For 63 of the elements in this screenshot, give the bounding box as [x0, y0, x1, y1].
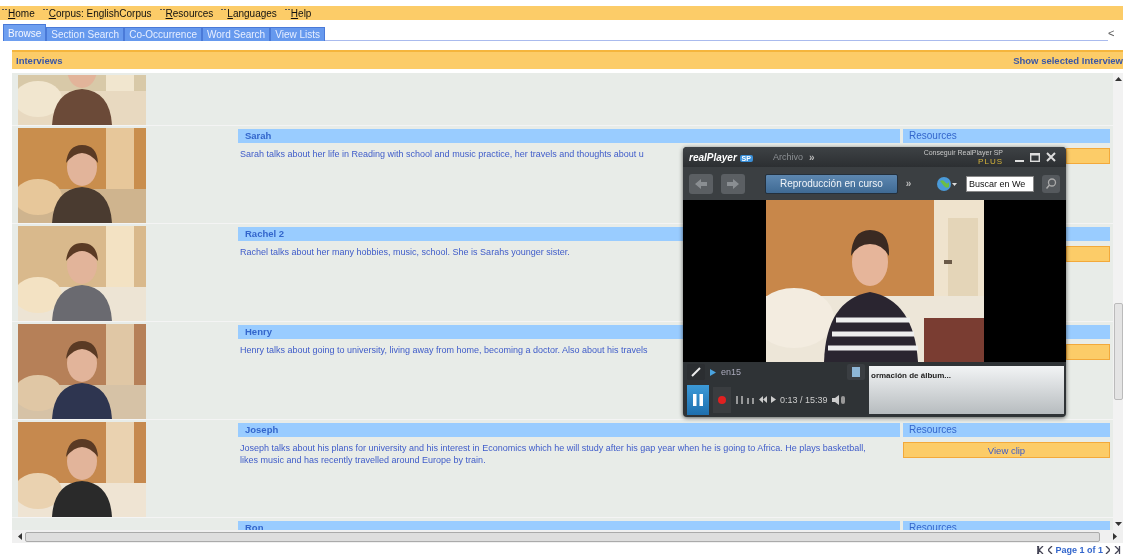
scroll-up-arrow-icon[interactable]: [1114, 77, 1122, 81]
play-icon[interactable]: [771, 396, 776, 403]
volume-icon[interactable]: [831, 394, 846, 405]
scroll-thumb[interactable]: [1114, 303, 1123, 400]
dropdown-mark-icon: [284, 8, 290, 12]
view-clip-button[interactable]: [1066, 344, 1110, 360]
resources-header: Resources: [903, 423, 1110, 437]
close-icon[interactable]: [1046, 152, 1056, 162]
menu-item[interactable]: Help: [290, 7, 312, 19]
dropdown-mark-icon: [221, 8, 227, 12]
view-clip-button[interactable]: [1066, 148, 1110, 164]
search-icon[interactable]: [1042, 174, 1060, 193]
interview-name-header: Joseph: [238, 423, 900, 437]
show-selected-link[interactable]: Show selected Interview: [1013, 55, 1123, 66]
forward-button[interactable]: [721, 173, 745, 194]
interview-description: Henry talks about going to university, living away from home, becoming a doctor. Also about his travels: [240, 345, 648, 355]
menu-item[interactable]: Home: [8, 7, 35, 19]
scroll-thumb[interactable]: [25, 532, 1100, 542]
menu-item[interactable]: Resources: [165, 7, 214, 19]
header-bar: [1066, 227, 1110, 241]
page-indicator: Page 1 of 1: [1055, 544, 1103, 555]
next-page-icon[interactable]: [1105, 545, 1110, 554]
panel-title: Interviews: [16, 55, 63, 66]
interview-description: Sarah talks about her life in Reading with school and music practice, her travels and thoughts about u: [240, 149, 644, 159]
globe-dropdown-icon[interactable]: [936, 175, 958, 192]
view-clip-button[interactable]: View clip: [903, 442, 1110, 458]
play-triangle-icon: [710, 368, 716, 376]
more-button[interactable]: »: [905, 178, 912, 189]
menu-item[interactable]: Languages: [227, 7, 277, 19]
dropdown-mark-icon: [2, 8, 7, 12]
view-clip-button[interactable]: [1066, 246, 1110, 262]
dropdown-mark-icon: [42, 8, 48, 12]
resources-header: Resources: [903, 129, 1110, 143]
plus-label: PLUS: [978, 156, 1003, 166]
interview-description: Rachel talks about her many hobbies, music, school. She is Sarahs younger sister.: [240, 247, 570, 257]
now-playing-tab[interactable]: Reproducción en curso: [765, 173, 898, 194]
scroll-down-arrow-icon[interactable]: [1114, 522, 1122, 526]
maximize-icon[interactable]: [1030, 152, 1040, 162]
pause-icon: [693, 393, 703, 406]
rewind-icon[interactable]: [759, 396, 767, 403]
pause-button[interactable]: [687, 384, 709, 415]
scroll-left-arrow-icon[interactable]: [18, 533, 22, 540]
dropdown-mark-icon: [159, 8, 165, 12]
archivo-menu[interactable]: Archivo: [772, 152, 803, 162]
header-bar: [1066, 325, 1110, 339]
last-page-icon[interactable]: [1112, 545, 1121, 554]
scroll-right-arrow-icon[interactable]: [1113, 533, 1117, 540]
time-display: 0:13 / 15:39: [780, 394, 828, 405]
album-info-text: ormación de álbum...: [871, 371, 951, 380]
edit-icon[interactable]: [687, 364, 705, 380]
playback-controls-icon[interactable]: [735, 395, 755, 404]
search-field[interactable]: Buscar en We: [966, 175, 1034, 192]
menu-item[interactable]: Corpus: EnglishCorpus: [48, 7, 152, 19]
track-title: en15: [721, 367, 742, 377]
previous-page-icon[interactable]: [1048, 545, 1054, 554]
album-art-icon[interactable]: [847, 364, 865, 380]
menu-more-button[interactable]: »: [808, 151, 815, 163]
vertical-scrollbar[interactable]: [1113, 73, 1123, 530]
interview-name-header: Sarah: [238, 129, 900, 143]
interview-description: Joseph talks about his plans for university and his interest in Economics which he will study after his gap year when he is going to Africa. He plays basketball, likes music and has recently travelled around Europe by train.: [240, 443, 866, 465]
horizontal-scrollbar[interactable]: [12, 530, 1123, 543]
scroll-left-button[interactable]: <: [1108, 26, 1123, 39]
back-button[interactable]: [689, 173, 713, 194]
